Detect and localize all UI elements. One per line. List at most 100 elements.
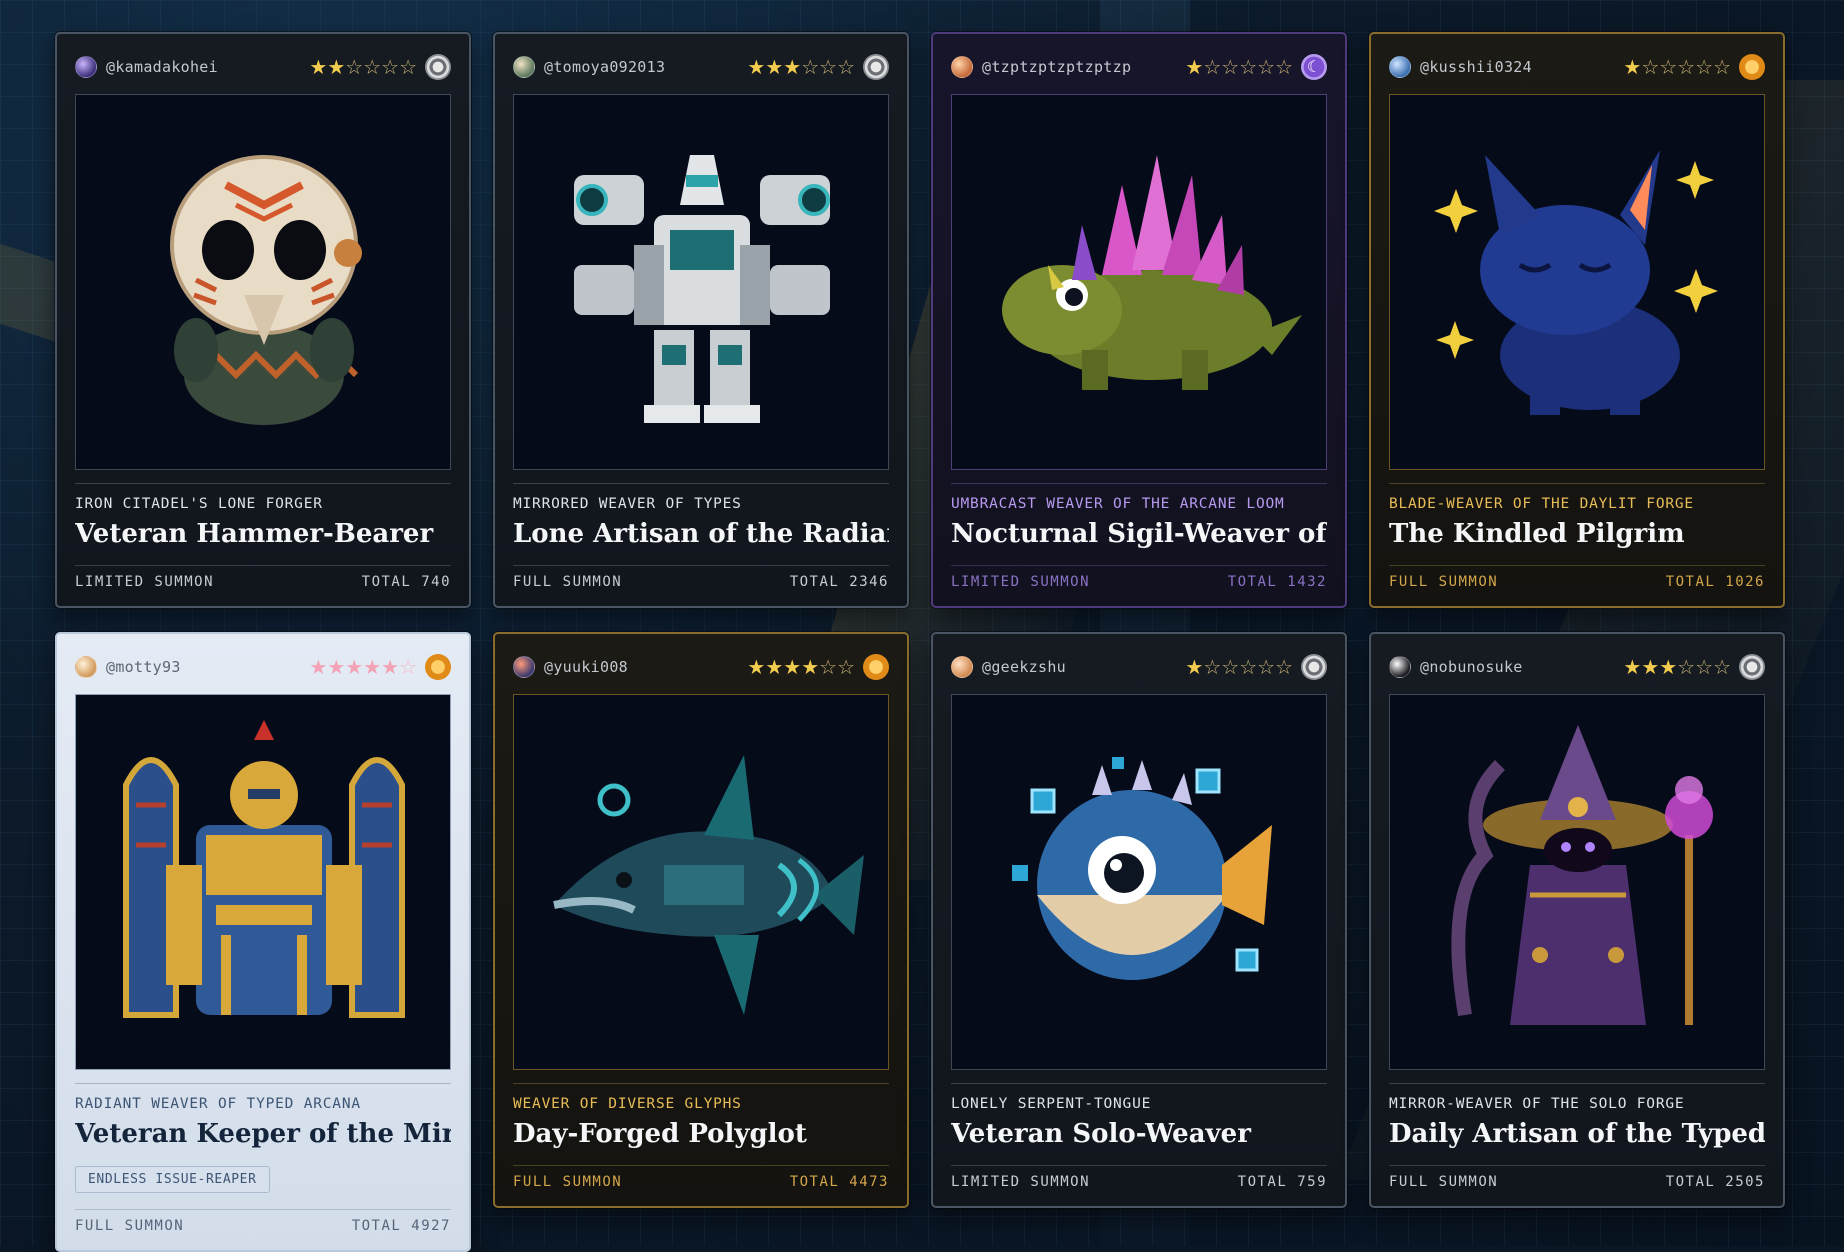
divider [513, 565, 889, 566]
card-subtitle: BLADE-WEAVER OF THE DAYLIT FORGE [1389, 496, 1694, 512]
card-name: Nocturnal Sigil-Weaver of··· [951, 519, 1327, 549]
divider [1389, 565, 1765, 566]
divider [951, 1165, 1327, 1166]
user-handle[interactable]: @tomoya092013 [544, 58, 747, 76]
user-avatar[interactable] [1389, 56, 1411, 78]
user-handle[interactable]: @nobunosuke [1420, 658, 1623, 676]
summon-type: LIMITED SUMMON [75, 574, 215, 590]
star-rating: ★☆☆☆☆☆ [1185, 655, 1293, 679]
character-card[interactable]: @kusshii0324 ★☆☆☆☆☆ BLADE-WEAVER OF THE … [1369, 32, 1785, 608]
user-handle[interactable]: @tzptzptzptzptzp [982, 58, 1185, 76]
card-name: Lone Artisan of the Radiant··· [513, 519, 889, 549]
card-name: Daily Artisan of the Typed··· [1389, 1119, 1765, 1149]
card-subtitle: LONELY SERPENT-TONGUE [951, 1096, 1152, 1112]
card-name: Day-Forged Polyglot [513, 1119, 807, 1149]
divider [75, 1209, 451, 1210]
card-footer: LIMITED SUMMON TOTAL 740 [75, 574, 451, 590]
summon-total: TOTAL 4473 [789, 1174, 889, 1190]
card-subtitle: WEAVER OF DIVERSE GLYPHS [513, 1096, 742, 1112]
divider [513, 483, 889, 484]
silver-emblem-icon [1301, 654, 1327, 680]
masked-creature-art [75, 94, 451, 470]
divider [75, 483, 451, 484]
crystal-lizard-illustration [1002, 155, 1302, 390]
card-subtitle: RADIANT WEAVER OF TYPED ARCANA [75, 1096, 361, 1112]
user-handle[interactable]: @yuuki008 [544, 658, 747, 676]
summon-type: FULL SUMMON [513, 1174, 623, 1190]
user-avatar[interactable] [513, 56, 535, 78]
pufferfish-illustration [1012, 757, 1272, 980]
star-rating: ★★★★☆☆ [747, 655, 855, 679]
dark-wizard-art [1389, 694, 1765, 1070]
summon-type: FULL SUMMON [513, 574, 623, 590]
user-handle[interactable]: @kamadakohei [106, 58, 309, 76]
user-handle[interactable]: @geekzshu [982, 658, 1185, 676]
golden-knight-illustration [123, 720, 405, 1018]
summon-type: FULL SUMMON [1389, 574, 1499, 590]
crystal-lizard-art [951, 94, 1327, 470]
character-card[interactable]: @yuuki008 ★★★★☆☆ WEAVER OF DIVERSE GLYPH… [493, 632, 909, 1208]
divider [1389, 1165, 1765, 1166]
moon-emblem-icon [1301, 54, 1327, 80]
summon-total: TOTAL 2346 [789, 574, 889, 590]
star-rating: ★★☆☆☆☆ [309, 55, 417, 79]
divider [75, 565, 451, 566]
sun-emblem-icon [425, 654, 451, 680]
divider [513, 1083, 889, 1084]
divider [1389, 1083, 1765, 1084]
star-cat-art [1389, 94, 1765, 470]
armored-dolphin-illustration [553, 755, 864, 1015]
silver-emblem-icon [1739, 654, 1765, 680]
mech-robot-illustration [574, 155, 830, 423]
card-header: @kamadakohei ★★☆☆☆☆ [75, 52, 451, 82]
character-card[interactable]: @geekzshu ★☆☆☆☆☆ LONELY SERPENT-TONGUE V… [931, 632, 1347, 1208]
summon-total: TOTAL 2505 [1665, 1174, 1765, 1190]
summon-total: TOTAL 1026 [1665, 574, 1765, 590]
card-header: @tomoya092013 ★★★☆☆☆ [513, 52, 889, 82]
dark-wizard-illustration [1451, 725, 1713, 1025]
star-rating: ★★★☆☆☆ [1623, 655, 1731, 679]
summon-total: TOTAL 4927 [351, 1218, 451, 1234]
user-avatar[interactable] [513, 656, 535, 678]
star-rating: ★☆☆☆☆☆ [1623, 55, 1731, 79]
user-avatar[interactable] [951, 656, 973, 678]
user-avatar[interactable] [1389, 656, 1411, 678]
card-name: Veteran Solo-Weaver [951, 1119, 1251, 1149]
character-card[interactable]: @nobunosuke ★★★☆☆☆ MIRROR-WEAVER OF THE … [1369, 632, 1785, 1208]
user-handle[interactable]: @motty93 [106, 658, 309, 676]
card-header: @geekzshu ★☆☆☆☆☆ [951, 652, 1327, 682]
star-cat-illustration [1434, 150, 1718, 415]
golden-knight-art [75, 694, 451, 1070]
user-avatar[interactable] [951, 56, 973, 78]
card-subtitle: MIRROR-WEAVER OF THE SOLO FORGE [1389, 1096, 1685, 1112]
card-subtitle: IRON CITADEL'S LONE FORGER [75, 496, 323, 512]
card-footer: FULL SUMMON TOTAL 4473 [513, 1174, 889, 1190]
divider [513, 1165, 889, 1166]
character-card[interactable]: @kamadakohei ★★☆☆☆☆ IRON CITADEL'S LONE … [55, 32, 471, 608]
character-card[interactable]: @tomoya092013 ★★★☆☆☆ MIRRORED WEAVER OF … [493, 32, 909, 608]
masked-creature-illustration [170, 155, 362, 425]
divider [951, 565, 1327, 566]
star-rating: ★☆☆☆☆☆ [1185, 55, 1293, 79]
user-avatar[interactable] [75, 656, 97, 678]
mech-robot-art [513, 94, 889, 470]
summon-type: FULL SUMMON [75, 1218, 185, 1234]
achievement-badge: ENDLESS ISSUE-REAPER [75, 1166, 270, 1193]
card-header: @kusshii0324 ★☆☆☆☆☆ [1389, 52, 1765, 82]
character-card[interactable]: @tzptzptzptzptzp ★☆☆☆☆☆ ☾ UMBRACAST WEAV… [931, 32, 1347, 608]
divider [951, 1083, 1327, 1084]
star-rating: ★★★★★☆ [309, 655, 417, 679]
summon-total: TOTAL 759 [1237, 1174, 1327, 1190]
summon-type: LIMITED SUMMON [951, 1174, 1091, 1190]
card-subtitle: MIRRORED WEAVER OF TYPES [513, 496, 742, 512]
character-card[interactable]: @motty93 ★★★★★☆ RADIANT WEAVER OF TYPED … [55, 632, 471, 1252]
card-footer: FULL SUMMON TOTAL 1026 [1389, 574, 1765, 590]
card-footer: FULL SUMMON TOTAL 2505 [1389, 1174, 1765, 1190]
user-handle[interactable]: @kusshii0324 [1420, 58, 1623, 76]
summon-total: TOTAL 1432 [1227, 574, 1327, 590]
card-footer: FULL SUMMON TOTAL 2346 [513, 574, 889, 590]
card-header: @nobunosuke ★★★☆☆☆ [1389, 652, 1765, 682]
divider [75, 1083, 451, 1084]
user-avatar[interactable] [75, 56, 97, 78]
card-header: @motty93 ★★★★★☆ [75, 652, 451, 682]
